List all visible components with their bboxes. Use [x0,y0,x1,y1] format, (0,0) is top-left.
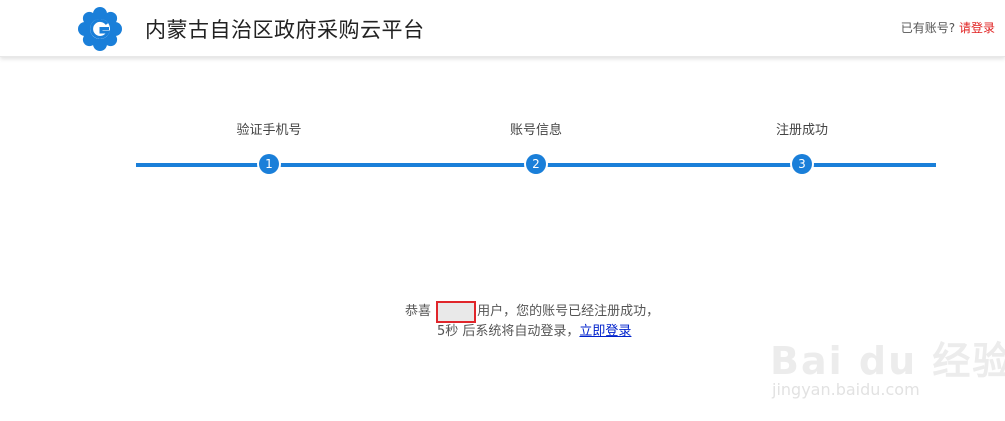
baidu-jingyan-watermark: Bai du 经验 jingyan.baidu.com [770,310,1005,420]
registration-progress: 验证手机号 1 账号信息 2 注册成功 3 [136,120,936,180]
login-hint: 已有账号? 请登录 [901,19,995,36]
countdown-seconds: 5秒 [437,324,459,339]
step-label: 账号信息 [509,123,562,138]
watermark-brand: Bai du 经验 [770,339,1005,383]
redirect-text: 后系统将自动登录， [458,324,580,339]
step-label: 验证手机号 [236,123,302,138]
step-number-badge: 3 [792,154,812,174]
site-header: 内蒙古自治区政府采购云平台 已有账号? 请登录 [0,0,1005,57]
step-verify-phone: 验证手机号 1 [209,120,329,174]
login-prompt-text: 已有账号? [900,21,956,35]
step-number-badge: 2 [526,154,546,174]
success-message-line2: 5秒 后系统将自动登录，立即登录 [437,320,631,339]
watermark-url: jingyan.baidu.com [772,380,920,399]
congrats-suffix: 用户，您的账号已经注册成功， [477,304,660,319]
step-label: 注册成功 [775,123,828,138]
step-register-success: 注册成功 3 [742,120,862,174]
login-now-link[interactable]: 立即登录 [579,324,631,339]
site-title: 内蒙古自治区政府采购云平台 [145,18,425,42]
step-number-badge: 1 [259,154,279,174]
step-account-info: 账号信息 2 [476,120,596,174]
congrats-prefix: 恭喜 [405,304,432,319]
login-link[interactable]: 请登录 [959,21,995,35]
site-logo-icon[interactable] [77,6,123,52]
